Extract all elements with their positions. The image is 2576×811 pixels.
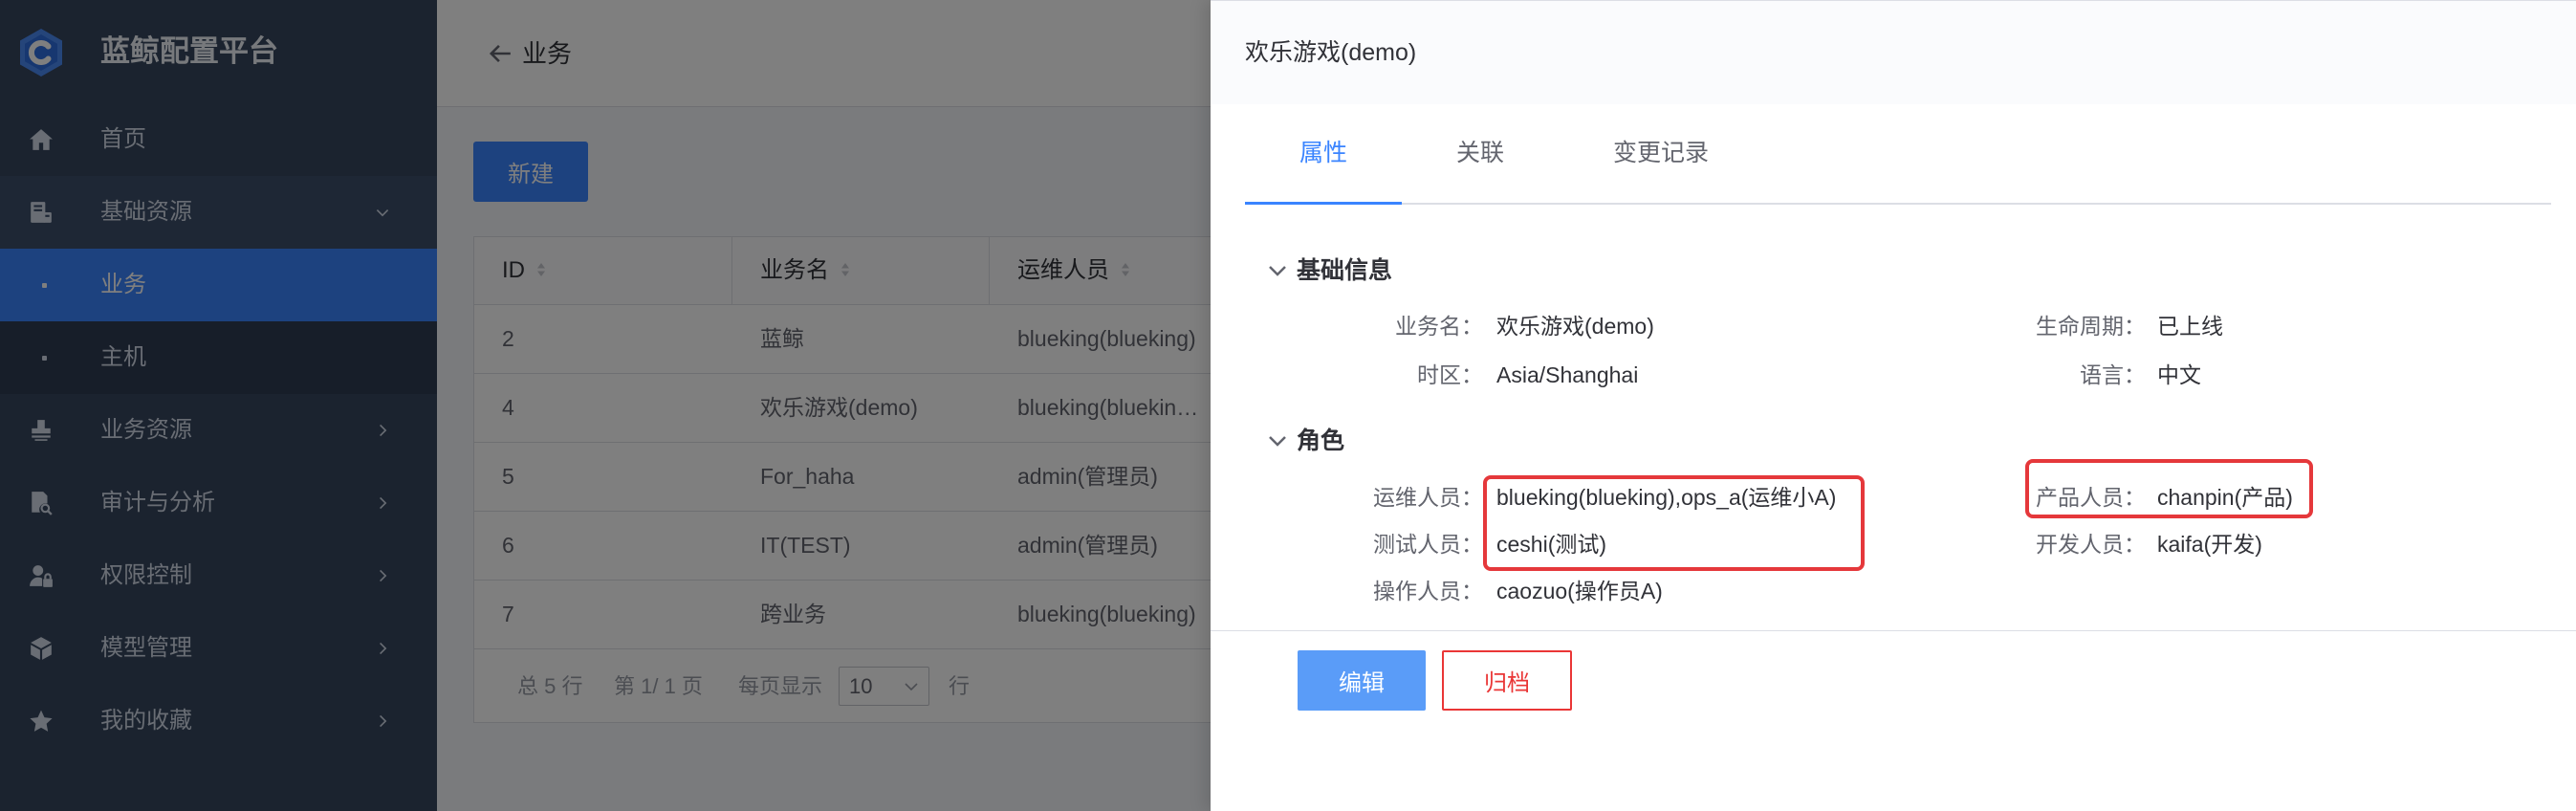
section-title: 角色 [1297, 427, 1345, 454]
section-title: 基础信息 [1297, 257, 1393, 284]
archive-button[interactable]: 归档 [1442, 650, 1572, 711]
section-roles[interactable]: 角色 [1266, 425, 1344, 457]
tab-change-history[interactable]: 变更记录 [1559, 104, 1763, 203]
field-maintainers-label: 运维人员： [1373, 485, 1483, 510]
field-product-owner-value: chanpin(产品) [2157, 485, 2293, 510]
field-testers-value: ceshi(测试) [1496, 532, 1607, 557]
detail-side-panel: 欢乐游戏(demo) 属性 关联 变更记录 基础信息 业务名： 欢乐游戏(dem… [1211, 0, 2576, 811]
tab-relations[interactable]: 关联 [1402, 104, 1559, 203]
field-operators-value: caozuo(操作员A) [1496, 579, 1663, 603]
field-developers-value: kaifa(开发) [2157, 532, 2262, 557]
divider [1211, 630, 2576, 631]
tab-bar: 属性 关联 变更记录 [1245, 104, 2551, 205]
field-lifecycle-label: 生命周期： [2036, 314, 2146, 339]
edit-button[interactable]: 编辑 [1298, 650, 1426, 711]
panel-title: 欢乐游戏(demo) [1245, 39, 1417, 66]
field-developers-label: 开发人员： [2036, 532, 2146, 557]
field-product-owner-label: 产品人员： [2036, 485, 2146, 510]
panel-header: 欢乐游戏(demo) [1211, 1, 2576, 104]
chevron-down-icon [1266, 429, 1289, 452]
field-lifecycle-value: 已上线 [2157, 314, 2223, 339]
field-operators-label: 操作人员： [1373, 579, 1483, 603]
field-business-name-label: 业务名： [1395, 314, 1483, 339]
field-timezone-value: Asia/Shanghai [1496, 362, 1639, 387]
field-testers-label: 测试人员： [1373, 532, 1483, 557]
field-business-name-value: 欢乐游戏(demo) [1496, 314, 1654, 339]
field-maintainers-value: blueking(blueking),ops_a(运维小A) [1496, 485, 1837, 510]
tab-attributes[interactable]: 属性 [1245, 104, 1403, 205]
field-language-value: 中文 [2157, 362, 2201, 387]
chevron-down-icon [1266, 259, 1289, 282]
section-basic-info[interactable]: 基础信息 [1266, 254, 1392, 287]
field-language-label: 语言： [2080, 362, 2146, 387]
field-timezone-label: 时区： [1417, 362, 1483, 387]
